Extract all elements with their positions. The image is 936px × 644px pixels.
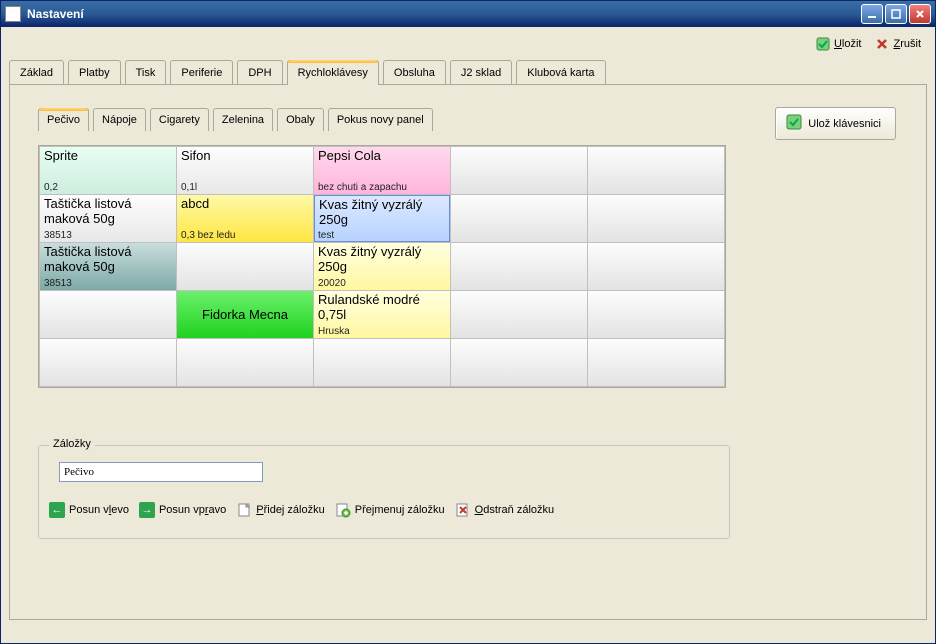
product-subtitle: Hruska [318, 326, 446, 338]
window: Nastavení Uložit [0, 0, 936, 644]
arrow-right-icon: → [139, 502, 155, 518]
cancel-icon [875, 37, 889, 51]
arrow-left-icon: ← [49, 502, 65, 518]
posun-vpravo-button[interactable]: → Posun vpravo [139, 502, 226, 518]
product-title: Pepsi Cola [318, 149, 446, 164]
product-subtitle: 38513 [44, 230, 172, 242]
product-title: Rulandské modré 0,75l [318, 293, 446, 323]
prejmenuj-label: Přejmenuj záložku [355, 504, 445, 516]
main-tab[interactable]: Platby [68, 60, 121, 85]
product-cell[interactable]: Kvas žitný vyzrálý 250g 20020 [314, 243, 451, 291]
zalozky-legend: Záložky [49, 438, 95, 450]
save-label: Uložit [834, 38, 862, 50]
sub-tab[interactable]: Pokus novy panel [328, 108, 433, 131]
product-cell[interactable] [588, 243, 725, 291]
product-subtitle: 0,1l [181, 182, 309, 194]
product-cell[interactable]: Rulandské modré 0,75l Hruska [314, 291, 451, 339]
product-cell[interactable] [177, 243, 314, 291]
app-icon [5, 6, 21, 22]
product-cell[interactable]: abcd 0,3 bez ledu [177, 195, 314, 243]
minimize-button[interactable] [861, 4, 883, 24]
product-cell[interactable]: Sifon 0,1l [177, 147, 314, 195]
product-cell[interactable]: Taštička listová maková 50g 38513 [40, 195, 177, 243]
save-icon [816, 37, 830, 51]
window-title: Nastavení [27, 7, 84, 21]
main-tab[interactable]: Periferie [170, 60, 233, 85]
main-tab[interactable]: Rychloklávesy [287, 60, 379, 85]
product-cell[interactable] [588, 147, 725, 195]
save-keyboard-button[interactable]: Ulož klávesnici [775, 107, 896, 140]
product-cell[interactable] [451, 243, 588, 291]
product-subtitle: 0,2 [44, 182, 172, 194]
main-tab[interactable]: Základ [9, 60, 64, 85]
odstran-zalozku-button[interactable]: Odstraň záložku [455, 502, 555, 518]
main-tab[interactable]: Tisk [125, 60, 167, 85]
delete-icon [455, 502, 471, 518]
product-cell[interactable] [588, 291, 725, 339]
main-tab[interactable]: Klubová karta [516, 60, 605, 85]
sub-tab[interactable]: Pečivo [38, 108, 89, 131]
product-cell[interactable]: Fidorka Mecna [177, 291, 314, 339]
cancel-action[interactable]: Zrušit [875, 37, 921, 51]
save-keyboard-icon [786, 114, 802, 133]
maximize-button[interactable] [885, 4, 907, 24]
product-cell[interactable] [451, 195, 588, 243]
product-title: Sifon [181, 149, 309, 164]
new-page-icon [236, 502, 252, 518]
zalozky-name-input[interactable] [59, 462, 263, 482]
zalozky-group: Záložky ← Posun vlevo → Posun vpravo [38, 445, 730, 539]
posun-vlevo-label: Posun vlevo [69, 504, 129, 516]
product-cell[interactable] [451, 339, 588, 387]
product-title: Kvas žitný vyzrálý 250g [318, 245, 446, 275]
product-title: Sprite [44, 149, 172, 164]
product-cell[interactable]: Pepsi Cola bez chuti a zapachu [314, 147, 451, 195]
client-area: Uložit Zrušit ZákladPlatbyTiskPeriferieD… [1, 27, 935, 643]
close-button[interactable] [909, 4, 931, 24]
product-cell[interactable] [588, 339, 725, 387]
product-subtitle: 38513 [44, 278, 172, 290]
product-cell[interactable] [451, 147, 588, 195]
sub-tab[interactable]: Obaly [277, 108, 324, 131]
product-cell[interactable]: Sprite 0,2 [40, 147, 177, 195]
product-subtitle: bez chuti a zapachu [318, 182, 446, 194]
product-cell[interactable] [40, 339, 177, 387]
pridej-zalozku-button[interactable]: Přidej záložku [236, 502, 324, 518]
product-cell[interactable] [40, 291, 177, 339]
cancel-label: Zrušit [893, 38, 921, 50]
rename-icon [335, 502, 351, 518]
titlebar: Nastavení [1, 1, 935, 27]
product-title: Taštička listová maková 50g [44, 197, 172, 227]
save-keyboard-label: Ulož klávesnici [808, 118, 881, 130]
product-title: abcd [181, 197, 309, 212]
main-tabstrip: ZákladPlatbyTiskPeriferieDPHRychlokláves… [9, 59, 927, 84]
prejmenuj-zalozku-button[interactable]: Přejmenuj záložku [335, 502, 445, 518]
main-tab[interactable]: Obsluha [383, 60, 446, 85]
product-subtitle: test [318, 230, 446, 242]
product-cell[interactable] [177, 339, 314, 387]
posun-vlevo-button[interactable]: ← Posun vlevo [49, 502, 129, 518]
product-cell[interactable] [314, 339, 451, 387]
sub-tab[interactable]: Zelenina [213, 108, 273, 131]
product-subtitle: 20020 [318, 278, 446, 290]
product-cell[interactable] [451, 291, 588, 339]
sub-tabstrip: PečivoNápojeCigaretyZeleninaObalyPokus n… [38, 107, 433, 130]
product-cell[interactable]: Kvas žitný vyzrálý 250g test [314, 195, 451, 243]
main-tab[interactable]: J2 sklad [450, 60, 512, 85]
product-cell[interactable] [588, 195, 725, 243]
main-tab[interactable]: DPH [237, 60, 282, 85]
main-tabpanel: PečivoNápojeCigaretyZeleninaObalyPokus n… [9, 84, 927, 620]
sub-tab[interactable]: Cigarety [150, 108, 209, 131]
product-subtitle: 0,3 bez ledu [181, 230, 309, 242]
pridej-label: Přidej záložku [256, 504, 324, 516]
save-action[interactable]: Uložit [816, 37, 862, 51]
odstran-label: Odstraň záložku [475, 504, 555, 516]
sub-tab[interactable]: Nápoje [93, 108, 146, 131]
product-grid: Sprite 0,2 Sifon 0,1l Pepsi Cola bez chuti a … [38, 145, 726, 388]
product-cell[interactable]: Taštička listová maková 50g 38513 [40, 243, 177, 291]
posun-vpravo-label: Posun vpravo [159, 504, 226, 516]
product-title: Kvas žitný vyzrálý 250g [319, 198, 445, 228]
product-title: Taštička listová maková 50g [44, 245, 172, 275]
